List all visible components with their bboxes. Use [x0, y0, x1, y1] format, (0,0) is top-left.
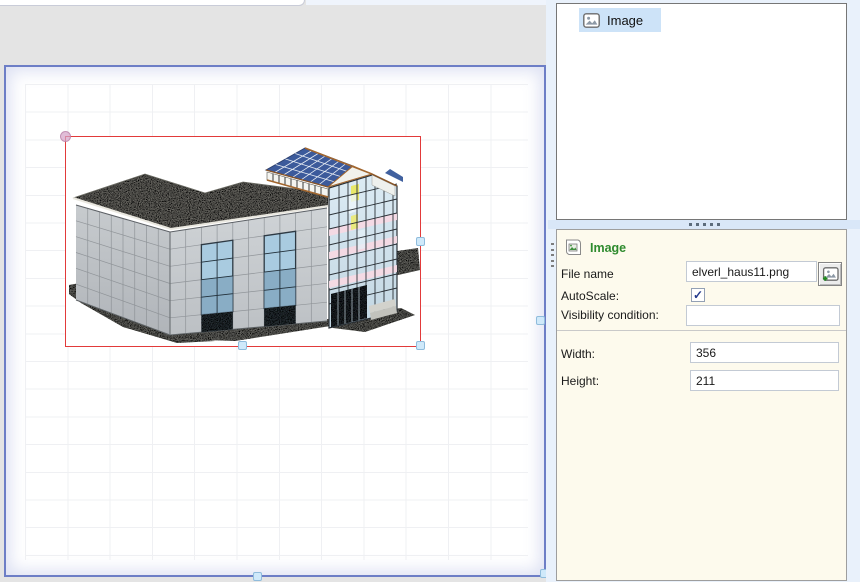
tab-strip-right: [306, 0, 548, 5]
width-label: Width:: [561, 347, 596, 361]
page-handle-bottom[interactable]: [253, 572, 262, 581]
autoscale-checkbox[interactable]: ✓: [691, 288, 705, 302]
page-handle-right[interactable]: [536, 316, 545, 325]
window-band-1: [200, 239, 234, 333]
autoscale-label: AutoScale:: [561, 289, 620, 303]
browse-image-button[interactable]: [818, 262, 842, 286]
vertical-splitter-grip[interactable]: [549, 241, 555, 269]
height-label: Height:: [561, 374, 600, 388]
width-input[interactable]: [690, 342, 839, 363]
properties-header-title: Image: [590, 241, 627, 255]
properties-separator: [557, 330, 846, 331]
toolbox-item-image[interactable]: Image: [579, 8, 661, 32]
browse-image-icon: [822, 266, 839, 281]
tab-strip-remnant: [0, 0, 305, 6]
height-input[interactable]: [690, 370, 839, 391]
selection-handle-bottom-right[interactable]: [416, 341, 425, 350]
visibility-condition-label: Visibility condition:: [561, 308, 659, 322]
selection-handle-bottom[interactable]: [238, 341, 247, 350]
image-icon: [583, 12, 600, 28]
visibility-condition-input[interactable]: [686, 305, 840, 326]
window-band-2: [263, 230, 297, 327]
file-name-input[interactable]: [686, 261, 817, 282]
report-designer-window: Image Image File name AutoScale: ✓: [0, 0, 860, 582]
properties-image-icon: [566, 239, 581, 255]
file-name-label: File name: [561, 267, 614, 281]
image-element[interactable]: [65, 136, 421, 347]
selection-anchor-handle[interactable]: [60, 131, 71, 142]
checkbox-check-icon: ✓: [692, 288, 704, 302]
properties-panel: Image File name AutoScale: ✓ Visibility …: [556, 229, 847, 581]
glass-tower: [328, 174, 398, 329]
toolbox-panel: Image: [556, 3, 847, 220]
building-render: [69, 147, 420, 343]
horizontal-splitter[interactable]: [548, 220, 860, 229]
toolbox-item-label: Image: [607, 12, 644, 28]
selection-handle-right[interactable]: [416, 237, 425, 246]
